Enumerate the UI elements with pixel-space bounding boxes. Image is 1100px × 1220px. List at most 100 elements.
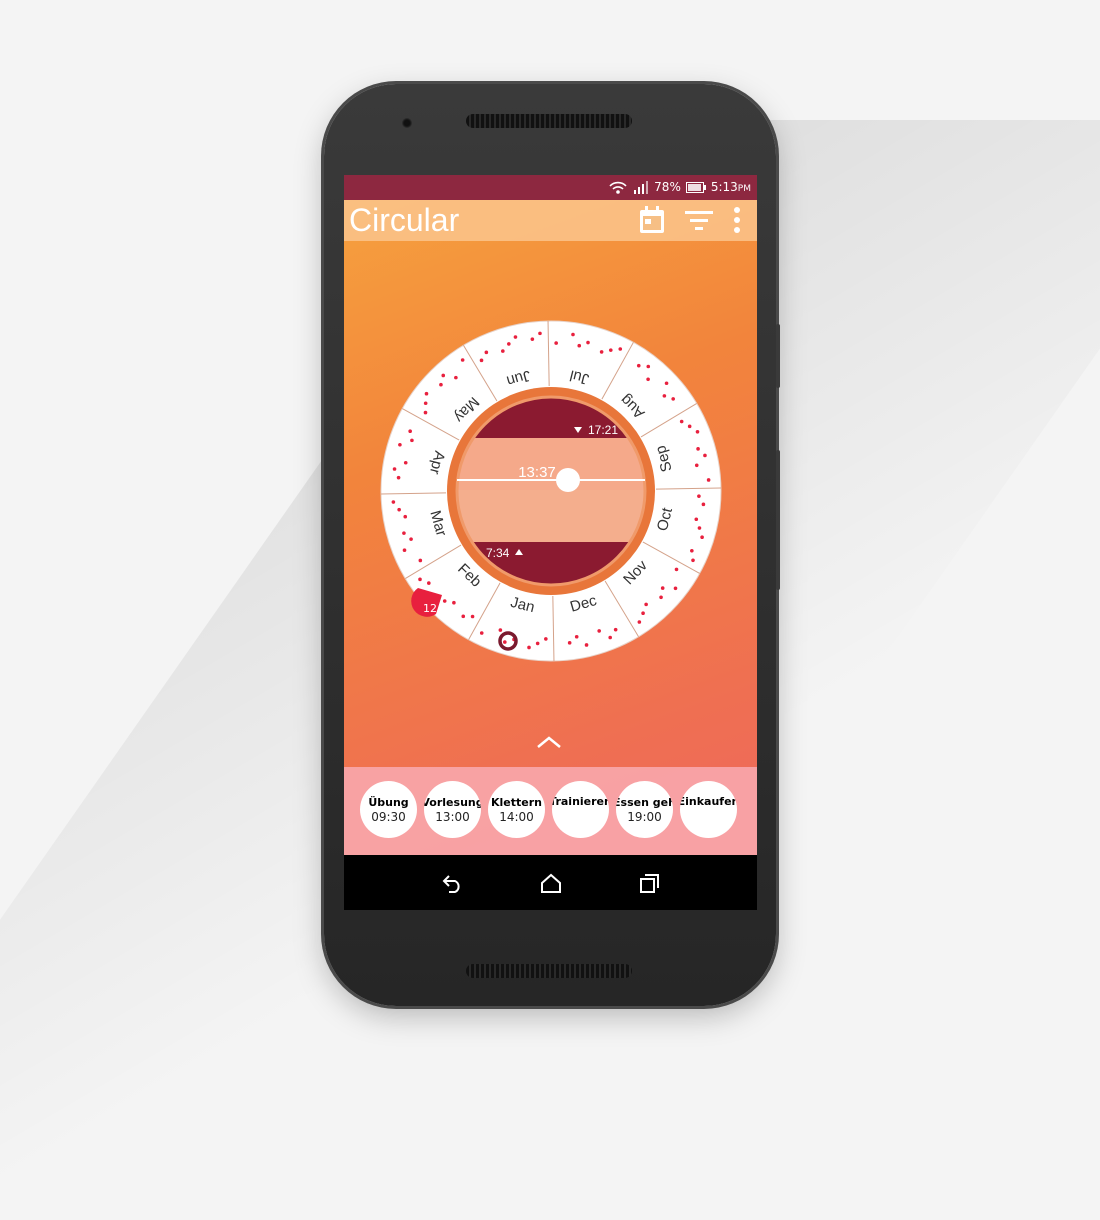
wifi-icon: [609, 181, 627, 194]
event-dot: [618, 347, 623, 351]
chevron-up-icon[interactable]: [535, 735, 563, 749]
event-dot: [396, 475, 401, 480]
event-name: Trainieren: [552, 795, 609, 808]
event-dot: [641, 611, 645, 615]
event-dot: [567, 641, 572, 645]
event-dot: [544, 637, 548, 641]
event-chip[interactable]: Essen geh 19:00: [616, 781, 673, 838]
event-dot: [479, 631, 484, 635]
app-bar: Circular: [344, 200, 757, 241]
event-dot: [706, 478, 711, 482]
battery-icon: [685, 181, 706, 193]
event-dot: [697, 526, 702, 530]
event-dot: [694, 517, 699, 522]
event-dot: [391, 500, 396, 504]
power-button: [776, 450, 780, 590]
event-dot: [403, 460, 408, 465]
event-dot: [700, 535, 704, 539]
event-name: Einkaufen: [680, 795, 737, 808]
event-dot: [691, 558, 695, 563]
event-dot: [694, 463, 699, 468]
event-dot: [418, 577, 422, 582]
event-dot: [554, 341, 558, 345]
status-bar: 78% 5:13PM: [344, 175, 757, 200]
event-chip[interactable]: Übung 09:30: [360, 781, 417, 838]
event-chip[interactable]: Trainieren: [552, 781, 609, 838]
event-dot: [501, 349, 505, 353]
event-time: 13:00: [435, 809, 470, 824]
event-time: 09:30: [371, 809, 406, 824]
event-dot: [664, 381, 669, 386]
filter-icon[interactable]: [685, 210, 713, 230]
dial-svg[interactable]: JanFebMarAprMayJun JulAugSepOctNovDec 13:…: [380, 320, 722, 662]
clock: 5:13PM: [710, 180, 751, 194]
event-dot: [452, 600, 456, 605]
current-time: 13:37: [518, 464, 556, 481]
recents-icon[interactable]: [639, 873, 661, 893]
event-dot: [513, 335, 518, 339]
event-dot: [402, 548, 407, 552]
event-chip[interactable]: Klettern 14:00: [488, 781, 545, 838]
event-dot: [646, 377, 650, 382]
event-dot: [454, 375, 458, 380]
event-dot: [637, 620, 642, 624]
event-dot: [662, 394, 667, 398]
event-dot: [460, 358, 465, 362]
event-dot: [538, 331, 542, 336]
event-dot: [527, 645, 531, 650]
event-dot: [392, 467, 397, 471]
event-dot: [503, 640, 507, 644]
event-dot: [427, 581, 431, 585]
event-dot: [470, 614, 475, 619]
event-dot: [697, 494, 701, 498]
screen: 78% 5:13PM Circular Jan Feb Mar Apr May …: [344, 175, 757, 910]
back-icon[interactable]: [441, 873, 463, 893]
event-dot: [441, 373, 446, 378]
event-dot: [398, 443, 402, 447]
front-camera: [402, 118, 412, 128]
event-dot: [418, 558, 423, 563]
event-tray: Übung 09:30 Vorlesung 13:00 Klettern 14:00 Tra…: [344, 767, 757, 855]
event-dot: [597, 629, 601, 633]
event-dot: [679, 419, 684, 424]
event-dot: [424, 391, 429, 396]
event-dot: [498, 628, 503, 632]
event-dot: [397, 507, 401, 512]
event-chip[interactable]: Einkaufen: [680, 781, 737, 838]
event-name: Vorlesung: [424, 795, 481, 809]
event-dot: [461, 614, 466, 619]
event-dot: [535, 641, 540, 646]
event-name: Übung: [368, 795, 409, 809]
event-dot: [659, 595, 663, 600]
event-name: Essen geh: [616, 795, 673, 809]
app-title: Circular: [349, 202, 460, 238]
badge-count: 12: [423, 602, 437, 615]
home-icon[interactable]: [540, 873, 562, 893]
overflow-menu-icon[interactable]: [733, 206, 741, 234]
event-dot: [608, 635, 612, 640]
event-dot: [636, 363, 641, 368]
event-dot: [577, 343, 582, 348]
sunrise-time: 7:34: [486, 546, 510, 560]
event-dot: [586, 340, 590, 345]
sun-icon[interactable]: [556, 468, 580, 492]
event-dot: [442, 599, 447, 603]
year-dial[interactable]: Jan Feb Mar Apr May Jun Jul Aug Sep Oct Nov Dec 13:…: [380, 320, 722, 662]
event-dot: [599, 350, 604, 354]
event-dot: [507, 342, 511, 346]
event-dot: [690, 548, 694, 553]
event-dot: [703, 453, 707, 458]
event-dot: [701, 502, 706, 507]
signal-icon: [634, 181, 649, 194]
volume-button: [776, 324, 780, 388]
calendar-icon[interactable]: [639, 206, 665, 234]
event-dot: [484, 350, 489, 355]
event-dot: [673, 586, 678, 591]
event-dot: [644, 602, 648, 607]
event-dot: [608, 348, 613, 352]
event-name: Klettern: [491, 795, 542, 809]
event-dot: [403, 514, 408, 519]
event-chip[interactable]: Vorlesung 13:00: [424, 781, 481, 838]
event-dot: [479, 358, 484, 363]
event-time: 14:00: [499, 809, 534, 824]
